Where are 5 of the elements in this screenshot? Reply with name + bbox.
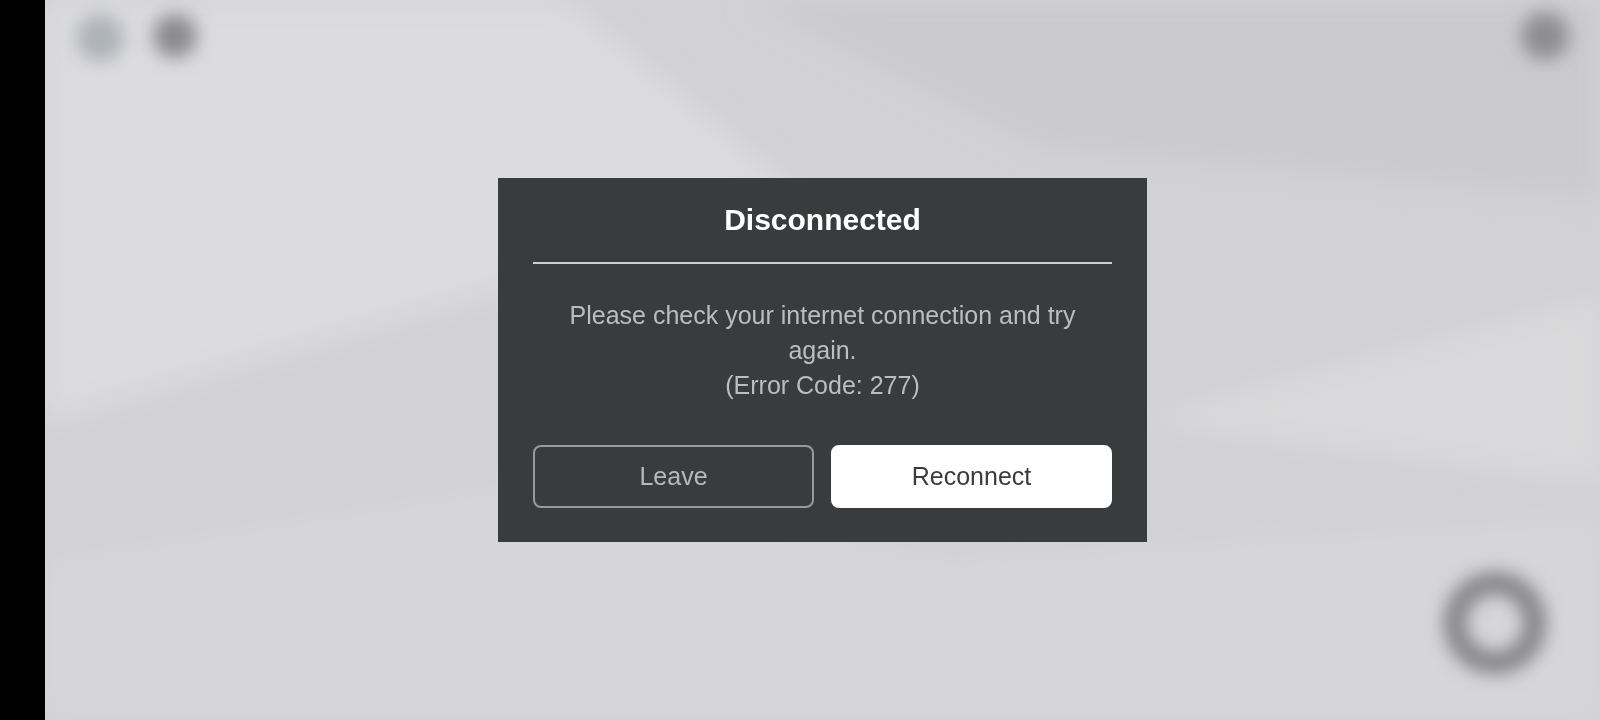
primary-button[interactable]: Reconnect [831,445,1112,508]
error-code: (Error Code: 277) [725,370,920,401]
secondary-button[interactable]: Leave [533,445,814,508]
dialog-message: Please check your internet connection and try again. [568,300,1077,366]
dialog-title: Disconnected [724,202,921,238]
